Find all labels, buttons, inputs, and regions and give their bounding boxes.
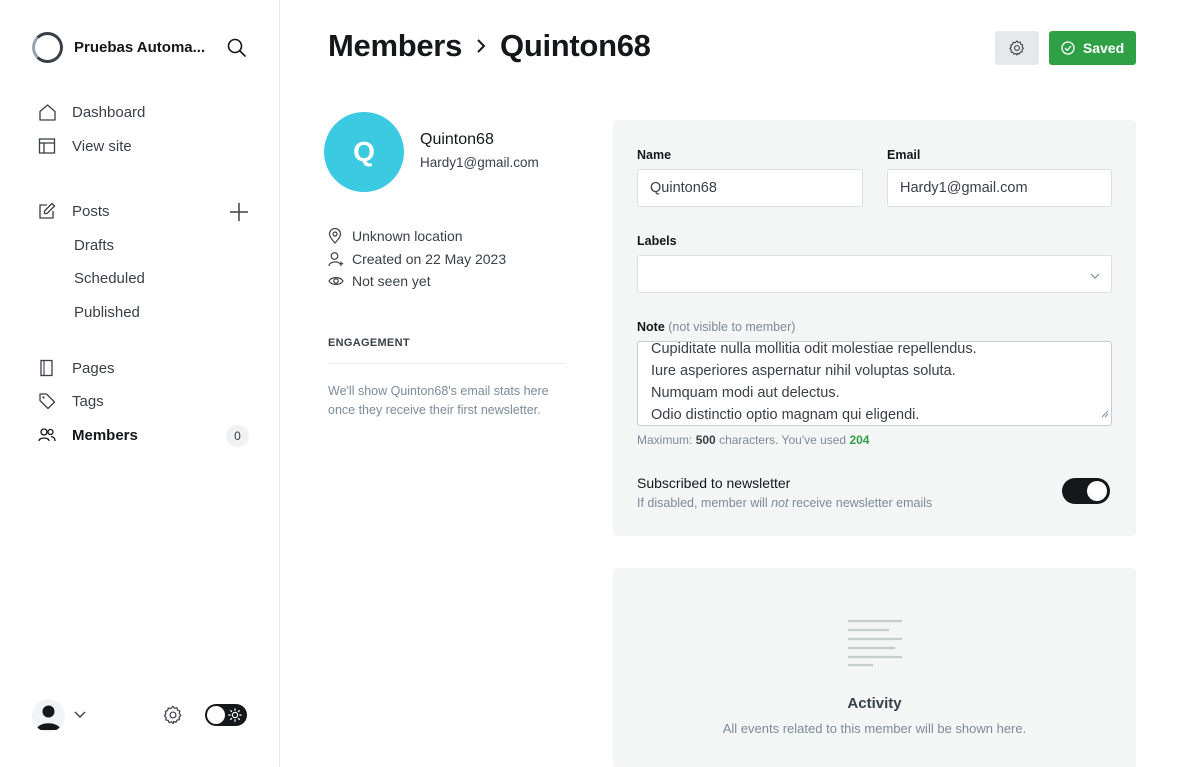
save-button[interactable]: Saved bbox=[1049, 31, 1136, 65]
members-icon bbox=[37, 425, 57, 445]
counter-max: 500 bbox=[695, 433, 716, 447]
nav-published[interactable]: Published bbox=[74, 304, 140, 321]
member-avatar: Q bbox=[324, 112, 404, 192]
note-textarea[interactable]: Cupiditate nulla mollitia odit molestiae… bbox=[637, 341, 1112, 426]
members-count-badge: 0 bbox=[226, 425, 249, 447]
note-content: Cupiditate nulla mollitia odit molestiae… bbox=[651, 341, 977, 425]
nav-tags-label: Tags bbox=[72, 392, 104, 410]
nav-view-site[interactable]: View site bbox=[37, 136, 132, 156]
app: Pruebas Automa... Dashboard View site Po… bbox=[0, 0, 1184, 767]
eye-icon bbox=[328, 275, 344, 287]
save-button-label: Saved bbox=[1082, 40, 1125, 56]
user-add-icon bbox=[328, 251, 344, 267]
breadcrumb-members-link[interactable]: Members bbox=[328, 28, 462, 64]
note-line: Cupiditate nulla mollitia odit molestiae… bbox=[651, 341, 977, 357]
engagement-divider bbox=[328, 363, 565, 364]
sun-icon bbox=[228, 708, 242, 727]
search-icon[interactable] bbox=[226, 37, 248, 59]
site-logo-icon bbox=[32, 32, 63, 63]
counter-used: 204 bbox=[849, 433, 870, 447]
email-field[interactable]: Hardy1@gmail.com bbox=[887, 169, 1112, 207]
member-last-seen-text: Not seen yet bbox=[352, 273, 431, 289]
check-circle-icon bbox=[1061, 41, 1075, 55]
newsletter-desc-part: If disabled, member will bbox=[637, 496, 768, 510]
location-pin-icon bbox=[328, 228, 344, 244]
note-line: Numquam modi aut delectus. bbox=[651, 385, 840, 401]
layout-icon bbox=[37, 136, 57, 156]
page-icon bbox=[37, 358, 57, 378]
nav-members[interactable]: Members bbox=[37, 425, 138, 445]
user-avatar[interactable] bbox=[32, 699, 65, 732]
theme-toggle[interactable] bbox=[205, 704, 247, 726]
site-name: Pruebas Automa... bbox=[74, 39, 206, 56]
nav-posts[interactable]: Posts bbox=[37, 201, 110, 221]
labels-select[interactable] bbox=[637, 255, 1112, 293]
engagement-text: We'll show Quinton68's email stats here … bbox=[328, 384, 549, 417]
member-name: Quinton68 bbox=[420, 131, 494, 148]
name-field[interactable]: Quinton68 bbox=[637, 169, 863, 207]
breadcrumb: Members Quinton68 bbox=[328, 28, 651, 64]
newsletter-desc-part: receive newsletter emails bbox=[791, 496, 933, 510]
counter-mid: characters. You've used bbox=[719, 433, 847, 447]
member-settings-button[interactable] bbox=[995, 31, 1039, 65]
nav-pages-label: Pages bbox=[72, 359, 115, 377]
settings-gear-icon[interactable] bbox=[162, 704, 184, 731]
note-line: Odio distinctio optio magnam qui eligend… bbox=[651, 407, 920, 423]
note-label-text: Note bbox=[637, 320, 665, 334]
member-created: Created on 22 May 2023 bbox=[328, 251, 506, 267]
newsletter-desc-emphasis: not bbox=[771, 496, 789, 510]
note-hint: (not visible to member) bbox=[668, 320, 796, 334]
nav-posts-label: Posts bbox=[72, 202, 110, 220]
nav-tags[interactable]: Tags bbox=[37, 391, 104, 411]
chevron-right-icon bbox=[474, 37, 488, 55]
page-title: Quinton68 bbox=[500, 28, 651, 63]
gear-icon bbox=[1009, 40, 1024, 56]
nav-drafts[interactable]: Drafts bbox=[74, 237, 114, 254]
newsletter-description: If disabled, member will not receive new… bbox=[637, 496, 932, 510]
newsletter-toggle-knob bbox=[1087, 481, 1107, 501]
newsletter-title: Subscribed to newsletter bbox=[637, 475, 791, 491]
sidebar: Pruebas Automa... Dashboard View site Po… bbox=[0, 0, 280, 767]
new-post-plus-icon[interactable] bbox=[228, 201, 250, 223]
member-last-seen: Not seen yet bbox=[328, 273, 431, 289]
labels-label: Labels bbox=[637, 234, 677, 248]
note-label: Note (not visible to member) bbox=[637, 320, 795, 334]
nav-dashboard[interactable]: Dashboard bbox=[37, 102, 145, 122]
member-created-text: Created on 22 May 2023 bbox=[352, 251, 507, 267]
nav-scheduled[interactable]: Scheduled bbox=[74, 270, 145, 287]
member-location-text: Unknown location bbox=[352, 228, 463, 244]
engagement-heading: ENGAGEMENT bbox=[328, 337, 410, 349]
name-label: Name bbox=[637, 148, 672, 162]
nav-dashboard-label: Dashboard bbox=[72, 103, 146, 121]
member-location: Unknown location bbox=[328, 228, 463, 244]
nav-pages[interactable]: Pages bbox=[37, 358, 115, 378]
newsletter-toggle[interactable] bbox=[1062, 478, 1110, 504]
note-line: Iure asperiores aspernatur nihil volupta… bbox=[651, 363, 956, 379]
site-brand[interactable]: Pruebas Automa... bbox=[32, 32, 205, 63]
email-label: Email bbox=[887, 148, 921, 162]
resize-handle-icon[interactable] bbox=[1101, 405, 1109, 423]
theme-toggle-knob bbox=[207, 706, 225, 724]
activity-empty-text: All events related to this member will b… bbox=[722, 721, 1027, 736]
edit-icon bbox=[37, 201, 57, 221]
chevron-down-icon[interactable] bbox=[73, 707, 87, 726]
tag-icon bbox=[37, 391, 57, 411]
nav-view-site-label: View site bbox=[72, 137, 132, 155]
nav-members-label: Members bbox=[72, 426, 138, 444]
note-char-counter: Maximum: 500 characters. You've used 204 bbox=[637, 433, 869, 447]
activity-title: Activity bbox=[847, 695, 902, 712]
chevron-down-icon bbox=[1089, 269, 1101, 287]
counter-prefix: Maximum: bbox=[637, 433, 693, 447]
activity-list-icon bbox=[847, 618, 903, 673]
member-email: Hardy1@gmail.com bbox=[420, 155, 539, 170]
home-icon bbox=[37, 102, 57, 122]
